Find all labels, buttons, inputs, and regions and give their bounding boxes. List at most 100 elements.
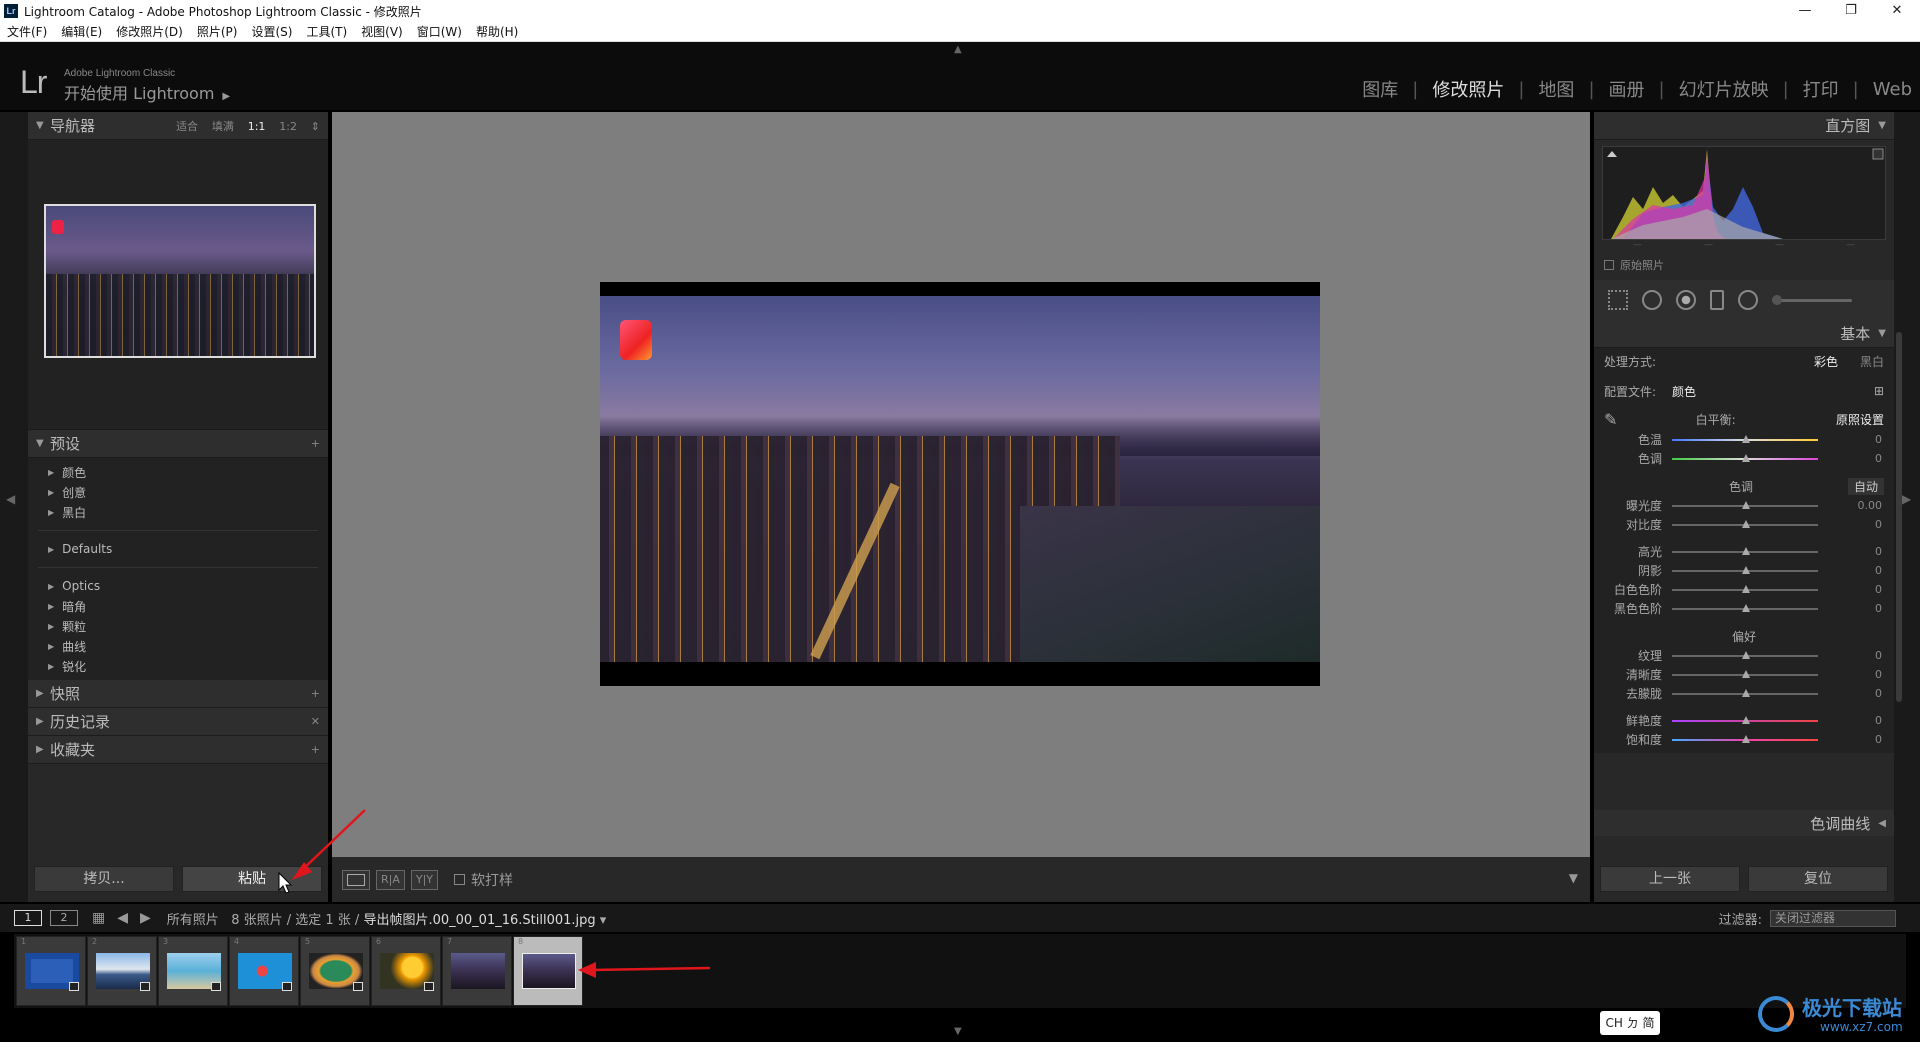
menu-develop[interactable]: 修改照片(D) (109, 23, 190, 40)
slider-knob[interactable] (1742, 453, 1750, 462)
histogram[interactable] (1602, 146, 1886, 240)
wb-select[interactable]: 原照设置 (1836, 411, 1884, 428)
menu-help[interactable]: 帮助(H) (469, 23, 525, 40)
slider-knob[interactable] (1742, 688, 1750, 697)
before-after-swap-button[interactable]: Y|Y (410, 869, 439, 890)
slider-knob[interactable] (1742, 519, 1750, 528)
preset-group[interactable]: ▶ 锐化 (28, 656, 328, 676)
copy-button[interactable]: 拷贝... (34, 866, 174, 892)
collapse-left-icon[interactable]: ◀ (6, 492, 15, 506)
module-print[interactable]: 打印 (1789, 76, 1853, 102)
slider-blacks[interactable]: 黑色色阶 0 (1594, 599, 1894, 618)
before-after-button[interactable]: R|A (376, 869, 405, 890)
slider-value[interactable]: 0 (1818, 433, 1882, 446)
slider-vibrance[interactable]: 鲜艳度 0 (1594, 711, 1894, 730)
preset-group[interactable]: ▶ 创意 (28, 482, 328, 502)
bottom-panel-toggle-icon[interactable]: ▼ (954, 1026, 962, 1037)
module-book[interactable]: 画册 (1595, 76, 1659, 102)
slider-shadows[interactable]: 阴影 0 (1594, 561, 1894, 580)
preset-group[interactable]: ▶ 暗角 (28, 596, 328, 616)
preset-group[interactable]: ▶ 曲线 (28, 636, 328, 656)
profile-select[interactable]: 颜色 (1672, 383, 1696, 400)
navigator-thumbnail[interactable] (44, 204, 316, 358)
radial-filter-icon[interactable] (1738, 290, 1758, 310)
preset-group[interactable]: ▶ 颜色 (28, 462, 328, 482)
module-web[interactable]: Web (1859, 79, 1912, 100)
slider-knob[interactable] (1742, 603, 1750, 612)
slider-knob[interactable] (1742, 500, 1750, 509)
zoom-1-2[interactable]: 1:2 (279, 120, 297, 133)
preset-group[interactable]: ▶ Defaults (28, 539, 328, 559)
navigator-header[interactable]: ▼ 导航器 适合 填满 1:1 1:2 ⇕ (28, 112, 328, 140)
zoom-fit[interactable]: 适合 (176, 120, 198, 133)
slider-saturation[interactable]: 饱和度 0 (1594, 730, 1894, 749)
filter-select[interactable]: 关闭过滤器 (1770, 910, 1896, 927)
slider-value[interactable]: 0 (1818, 583, 1882, 596)
preset-group[interactable]: ▶ 颗粒 (28, 616, 328, 636)
profile-browser-icon[interactable]: ⊞ (1874, 384, 1884, 398)
close-icon[interactable]: ✕ (1874, 0, 1920, 22)
menu-file[interactable]: 文件(F) (0, 23, 54, 40)
module-develop[interactable]: 修改照片 (1418, 76, 1518, 102)
soft-proof-checkbox[interactable] (454, 874, 466, 885)
filmstrip-thumb[interactable]: 3 (158, 936, 228, 1006)
filmstrip-thumb[interactable]: 5 (300, 936, 370, 1006)
zoom-1-1[interactable]: 1:1 (248, 120, 266, 133)
graduated-filter-icon[interactable] (1710, 290, 1724, 310)
back-arrow-icon[interactable]: ◀ (117, 910, 128, 926)
slider-knob[interactable] (1742, 565, 1750, 574)
module-library[interactable]: 图库 (1348, 76, 1412, 102)
slider-value[interactable]: 0 (1818, 714, 1882, 727)
filmstrip-thumb-selected[interactable]: 8 (513, 936, 583, 1006)
slider-knob[interactable] (1742, 584, 1750, 593)
slider-texture[interactable]: 纹理 0 (1594, 646, 1894, 665)
menu-photo[interactable]: 照片(P) (190, 23, 245, 40)
slider-knob[interactable] (1742, 434, 1750, 443)
main-photo[interactable] (600, 282, 1320, 686)
module-slideshow[interactable]: 幻灯片放映 (1665, 76, 1783, 102)
paste-button[interactable]: 粘贴 (182, 866, 322, 892)
tone-curve-header[interactable]: 色调曲线 ◀ (1594, 810, 1894, 836)
filmstrip-thumb[interactable]: 7 (442, 936, 512, 1006)
add-collection-icon[interactable]: + (311, 743, 320, 756)
zoom-stepper-icon[interactable]: ⇕ (311, 120, 320, 133)
red-eye-icon[interactable] (1676, 290, 1696, 310)
filmstrip-thumb[interactable]: 2 (87, 936, 157, 1006)
auto-button[interactable]: 自动 (1847, 477, 1884, 495)
maximize-icon[interactable]: ❐ (1828, 0, 1874, 22)
original-checkbox[interactable] (1604, 260, 1614, 270)
forward-arrow-icon[interactable]: ▶ (140, 910, 151, 926)
menu-window[interactable]: 窗口(W) (410, 23, 469, 40)
collapse-right-icon[interactable]: ▶ (1902, 492, 1911, 506)
slider-whites[interactable]: 白色色阶 0 (1594, 580, 1894, 599)
filmstrip-thumb[interactable]: 1 (16, 936, 86, 1006)
minimize-icon[interactable]: — (1782, 0, 1828, 22)
snapshots-header[interactable]: ▶ 快照 + (28, 680, 328, 708)
slider-temp[interactable]: 色温 0 (1594, 430, 1894, 449)
grid-icon[interactable]: ▦ (92, 910, 105, 926)
slider-knob[interactable] (1742, 546, 1750, 555)
develop-canvas[interactable] (332, 112, 1590, 857)
previous-button[interactable]: 上一张 (1600, 866, 1740, 892)
collections-header[interactable]: ▶ 收藏夹 + (28, 736, 328, 764)
slider-value[interactable]: 0 (1818, 687, 1882, 700)
ime-indicator[interactable]: CH ㄉ 简 (1600, 1011, 1660, 1035)
slider-knob[interactable] (1742, 650, 1750, 659)
slider-knob[interactable] (1742, 715, 1750, 724)
toolbar-menu-icon[interactable]: ▼ (1569, 871, 1578, 885)
slider-value[interactable]: 0 (1818, 733, 1882, 746)
history-header[interactable]: ▶ 历史记录 ✕ (28, 708, 328, 736)
spot-removal-icon[interactable] (1642, 290, 1662, 310)
slider-highlights[interactable]: 高光 0 (1594, 542, 1894, 561)
treatment-color[interactable]: 彩色 (1814, 353, 1838, 370)
right-panel-scrollbar[interactable] (1896, 332, 1902, 702)
menu-edit[interactable]: 编辑(E) (54, 23, 109, 40)
treatment-bw[interactable]: 黑白 (1860, 353, 1884, 370)
histogram-header[interactable]: 直方图 ▼ (1594, 112, 1894, 140)
slider-value[interactable]: 0 (1818, 518, 1882, 531)
slider-value[interactable]: 0.00 (1818, 499, 1883, 512)
slider-clarity[interactable]: 清晰度 0 (1594, 665, 1894, 684)
slider-exposure[interactable]: 曝光度 0.00 (1594, 496, 1894, 515)
add-preset-icon[interactable]: + (311, 437, 320, 450)
zoom-fill[interactable]: 填满 (212, 120, 234, 133)
